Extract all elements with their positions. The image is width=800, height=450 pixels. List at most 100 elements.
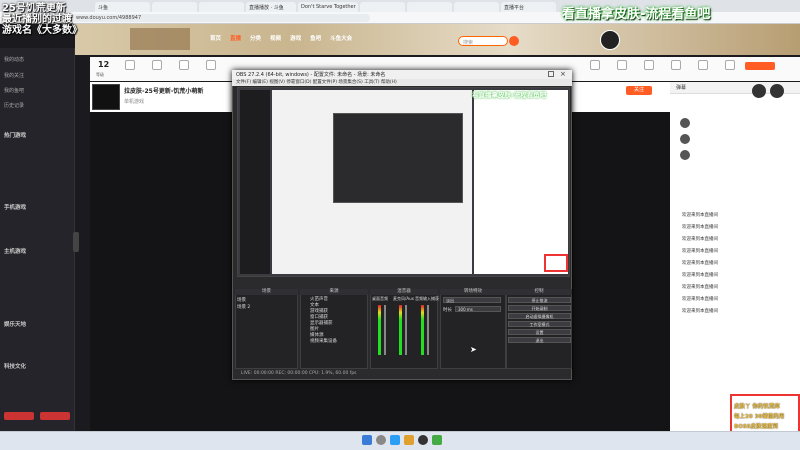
chat-panel bbox=[670, 82, 800, 431]
chat-notice bbox=[676, 165, 794, 203]
caption-line: 25号饥荒更新 bbox=[2, 3, 66, 14]
transition-select[interactable]: 淡出 bbox=[443, 297, 501, 303]
sidebar-collapse-handle[interactable] bbox=[73, 232, 79, 252]
scene-item[interactable]: 场景 2 bbox=[237, 304, 250, 310]
search-icon[interactable] bbox=[376, 435, 386, 445]
obs-menu-bar[interactable]: 文件(F) 编辑(E) 视图(V) 停靠窗口(D) 配置文件(P) 场景集合(S… bbox=[232, 79, 572, 86]
chat-message: 欢迎来到本直播间 bbox=[682, 249, 718, 254]
chat-message: 欢迎来到本直播间 bbox=[682, 297, 718, 302]
user-avatar[interactable] bbox=[600, 30, 620, 50]
toolbar-icon[interactable] bbox=[617, 60, 627, 70]
ad-line: 皮肤丫 你的饥荒库 bbox=[734, 404, 780, 410]
stop-stream-button[interactable]: 停止推流 bbox=[508, 297, 571, 303]
toolbar-icon[interactable] bbox=[590, 60, 600, 70]
sidebar-section[interactable]: 主机游戏 bbox=[4, 247, 26, 255]
source-item[interactable]: 视频采集设备 bbox=[310, 338, 337, 344]
exit-button[interactable]: 退出 bbox=[508, 337, 571, 343]
obs-icon[interactable] bbox=[418, 435, 428, 445]
studio-mode-button[interactable]: 工作室模式 bbox=[508, 321, 571, 327]
settings-button[interactable]: 设置 bbox=[508, 329, 571, 335]
windows-start-icon[interactable] bbox=[362, 435, 372, 445]
mixer-channel: 桌面音频 bbox=[372, 296, 388, 301]
browser-tab[interactable] bbox=[454, 2, 499, 12]
sidebar-item-feed[interactable]: 我的动态 bbox=[4, 56, 24, 63]
scene-item[interactable]: 场景 bbox=[237, 297, 246, 303]
preview-chat bbox=[474, 90, 568, 274]
browser-tab[interactable] bbox=[152, 2, 197, 12]
start-recording-button[interactable]: 开始录制 bbox=[508, 305, 571, 311]
browser-tab[interactable] bbox=[407, 2, 452, 12]
toolbar-icon[interactable] bbox=[152, 60, 162, 70]
nav-game[interactable]: 游戏 bbox=[290, 34, 301, 46]
taskbar bbox=[0, 431, 800, 450]
audio-meter bbox=[421, 305, 424, 355]
nav-video[interactable]: 视频 bbox=[270, 34, 281, 46]
sidebar-item-follow[interactable]: 我的关注 bbox=[4, 72, 24, 79]
browser-tab[interactable] bbox=[199, 2, 244, 12]
rank-avatar[interactable] bbox=[680, 118, 690, 128]
sidebar-section[interactable]: 娱乐天地 bbox=[4, 320, 26, 328]
nav-home[interactable]: 首页 bbox=[210, 34, 221, 46]
nav-event[interactable]: 斗鱼大会 bbox=[330, 34, 352, 46]
browser-tab[interactable]: 直播播放 · 斗鱼 bbox=[246, 2, 296, 12]
toolbar-icon[interactable] bbox=[644, 60, 654, 70]
sidebar-action-button[interactable] bbox=[4, 412, 34, 420]
vip-avatar[interactable] bbox=[752, 84, 766, 98]
sources-header: 来源 bbox=[300, 289, 368, 295]
sidebar-section[interactable]: 热门游戏 bbox=[4, 131, 26, 139]
rank-avatar[interactable] bbox=[680, 134, 690, 144]
mixer-channel: 麦克风/Aux bbox=[393, 296, 414, 301]
volume-slider[interactable] bbox=[405, 305, 407, 355]
toolbar-icon[interactable] bbox=[698, 60, 708, 70]
stream-caption-right: 看直播拿皮肤-流程看鱼吧 bbox=[562, 7, 711, 22]
close-icon[interactable]: × bbox=[560, 70, 566, 78]
chat-message: 欢迎来到本直播间 bbox=[682, 261, 718, 266]
streamer-avatar[interactable] bbox=[92, 84, 120, 110]
app-icon[interactable] bbox=[432, 435, 442, 445]
level-number: 12 bbox=[98, 60, 110, 69]
browser-tab[interactable]: Don't Starve Together bbox=[298, 2, 358, 12]
room-category[interactable]: 单机游戏 bbox=[124, 98, 144, 105]
nav-category[interactable]: 分类 bbox=[250, 34, 261, 46]
browser-tab[interactable]: 直播平台 bbox=[501, 2, 556, 12]
chat-message: 欢迎来到本直播间 bbox=[682, 273, 718, 278]
duration-input[interactable]: 300 ms bbox=[455, 306, 501, 312]
chat-message: 欢迎来到本直播间 bbox=[682, 309, 718, 314]
browser-tab[interactable] bbox=[360, 2, 405, 12]
chat-message: 欢迎来到本直播间 bbox=[682, 225, 718, 230]
sidebar-section[interactable]: 手机游戏 bbox=[4, 203, 26, 211]
follow-button[interactable]: 关注 bbox=[626, 86, 652, 95]
sidebar-item-yuba[interactable]: 我的鱼吧 bbox=[4, 87, 24, 94]
volume-slider[interactable] bbox=[427, 305, 429, 355]
toolbar-icon[interactable] bbox=[725, 60, 735, 70]
sidebar-section[interactable]: 科技文化 bbox=[4, 362, 26, 370]
chat-message: 欢迎来到本直播间 bbox=[682, 285, 718, 290]
mixer-header: 混音器 bbox=[370, 289, 438, 295]
browser-tab[interactable]: 斗鱼 bbox=[95, 2, 150, 12]
douyu-logo[interactable] bbox=[130, 28, 190, 50]
folder-icon[interactable] bbox=[404, 435, 414, 445]
rank-avatar[interactable] bbox=[680, 150, 690, 160]
toolbar-icon[interactable] bbox=[179, 60, 189, 70]
chat-tab[interactable]: 弹幕 bbox=[676, 84, 686, 91]
chat-message: 欢迎来到本直播间 bbox=[682, 237, 718, 242]
pc-client-button[interactable] bbox=[745, 62, 775, 70]
virtual-camera-button[interactable]: 启动虚拟摄像机 bbox=[508, 313, 571, 319]
search-icon[interactable] bbox=[509, 36, 519, 46]
vip-avatar[interactable] bbox=[770, 84, 784, 98]
edge-icon[interactable] bbox=[390, 435, 400, 445]
toolbar-icon[interactable] bbox=[671, 60, 681, 70]
obs-preview[interactable]: 看直播拿皮肤-流程看鱼吧 bbox=[237, 87, 570, 277]
maximize-icon[interactable] bbox=[548, 71, 554, 77]
volume-slider[interactable] bbox=[384, 305, 386, 355]
site-search-input[interactable]: 搜索 bbox=[458, 36, 508, 46]
preview-caption: 看直播拿皮肤-流程看鱼吧 bbox=[472, 91, 547, 99]
site-nav: 首页 直播 分类 视频 游戏 鱼吧 斗鱼大会 bbox=[210, 34, 352, 46]
address-input[interactable]: www.douyu.com/4988947 bbox=[70, 14, 370, 22]
nav-yuba[interactable]: 鱼吧 bbox=[310, 34, 321, 46]
sidebar-item-history[interactable]: 历史记录 bbox=[4, 102, 24, 109]
toolbar-icon[interactable] bbox=[206, 60, 216, 70]
toolbar-icon[interactable] bbox=[125, 60, 135, 70]
sidebar-action-button[interactable] bbox=[40, 412, 70, 420]
nav-live[interactable]: 直播 bbox=[230, 34, 241, 46]
